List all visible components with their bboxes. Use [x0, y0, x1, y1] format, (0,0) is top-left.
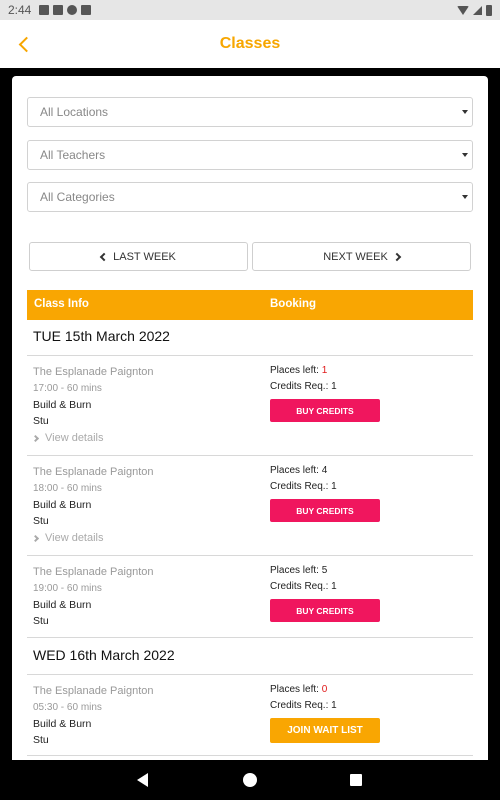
buy-credits-button[interactable]: BUY CREDITS: [270, 399, 380, 422]
places-left: Places left: 4: [270, 465, 327, 476]
last-week-button[interactable]: LAST WEEK: [29, 242, 248, 271]
credits-value: 1: [331, 481, 337, 492]
places-left-label: Places left:: [270, 565, 319, 576]
credits-required: Credits Req.: 1: [270, 481, 337, 492]
credits-value: 1: [331, 581, 337, 592]
class-name: Build & Burn: [33, 499, 92, 511]
chevron-left-icon: [18, 36, 34, 52]
class-name: Build & Burn: [33, 599, 92, 611]
nav-home-icon[interactable]: [243, 773, 257, 787]
day-heading: TUE 15th March 2022: [33, 328, 170, 344]
system-nav-bar: [0, 760, 500, 800]
buy-credits-button[interactable]: BUY CREDITS: [270, 499, 380, 522]
credits-label: Credits Req.:: [270, 700, 329, 711]
view-details-link[interactable]: View details: [31, 432, 104, 444]
divider: [27, 355, 473, 356]
credits-label: Credits Req.:: [270, 581, 329, 592]
class-name: Build & Burn: [33, 718, 92, 730]
booking-header: Booking: [270, 298, 316, 310]
places-left-label: Places left:: [270, 365, 319, 376]
class-time: 19:00 - 60 mins: [33, 583, 102, 594]
chevron-right-icon: [31, 434, 40, 442]
nav-back-icon[interactable]: [137, 773, 148, 787]
class-location: The Esplanade Paignton: [33, 685, 154, 697]
class-name: Build & Burn: [33, 399, 92, 411]
notification-icon: [67, 5, 78, 15]
table-header: Class Info Booking: [27, 290, 473, 320]
back-button[interactable]: [10, 30, 38, 58]
last-week-label: LAST WEEK: [113, 250, 176, 263]
category-select-value: All Categories: [40, 190, 115, 204]
teacher-select[interactable]: All Teachers: [27, 140, 473, 170]
teacher-select-value: All Teachers: [40, 148, 106, 162]
class-time: 05:30 - 60 mins: [33, 702, 102, 713]
class-teacher: Stu: [33, 734, 49, 746]
places-left-label: Places left:: [270, 465, 319, 476]
notification-icon: [39, 5, 50, 15]
day-heading: WED 16th March 2022: [33, 647, 175, 663]
credits-required: Credits Req.: 1: [270, 381, 337, 392]
caret-down-icon: [462, 110, 468, 114]
notification-icon: [53, 5, 64, 15]
app-bar: Classes: [0, 20, 500, 68]
class-info-header: Class Info: [34, 298, 89, 310]
join-wait-list-button[interactable]: JOIN WAIT LIST: [270, 718, 380, 743]
caret-down-icon: [462, 195, 468, 199]
class-time: 17:00 - 60 mins: [33, 383, 102, 394]
class-location: The Esplanade Paignton: [33, 566, 154, 578]
chevron-right-icon: [392, 252, 402, 261]
content-area: All Locations All Teachers All Categorie…: [0, 68, 500, 766]
status-time: 2:44: [8, 3, 32, 17]
credits-label: Credits Req.:: [270, 481, 329, 492]
divider: [27, 755, 473, 756]
class-location: The Esplanade Paignton: [33, 466, 154, 478]
signal-icon: [473, 5, 482, 15]
caret-down-icon: [462, 153, 468, 157]
places-left: Places left: 5: [270, 565, 327, 576]
chevron-left-icon: [99, 252, 109, 261]
buy-credits-button[interactable]: BUY CREDITS: [270, 599, 380, 622]
view-details-link[interactable]: View details: [31, 532, 104, 544]
credits-label: Credits Req.:: [270, 381, 329, 392]
places-left-value: 0: [321, 684, 328, 695]
class-time: 18:00 - 60 mins: [33, 483, 102, 494]
category-select[interactable]: All Categories: [27, 182, 473, 212]
divider: [27, 674, 473, 675]
divider: [27, 455, 473, 456]
nav-recents-icon[interactable]: [350, 774, 362, 786]
chevron-right-icon: [31, 534, 40, 542]
status-indicators: [457, 4, 492, 16]
credits-required: Credits Req.: 1: [270, 700, 337, 711]
view-details-label: View details: [45, 532, 104, 544]
class-location: The Esplanade Paignton: [33, 366, 154, 378]
places-left: Places left: 0: [270, 684, 327, 695]
wifi-icon: [457, 5, 469, 15]
class-teacher: Stu: [33, 615, 49, 627]
battery-icon: [486, 4, 492, 16]
divider: [27, 637, 473, 638]
next-week-label: NEXT WEEK: [323, 250, 388, 263]
credits-required: Credits Req.: 1: [270, 581, 337, 592]
places-left-label: Places left:: [270, 684, 319, 695]
places-left-value: 5: [321, 565, 328, 576]
page-title: Classes: [219, 35, 281, 52]
view-details-label: View details: [45, 432, 104, 444]
credits-value: 1: [331, 700, 337, 711]
places-left-value: 4: [321, 465, 328, 476]
places-left: Places left: 1: [270, 365, 327, 376]
notification-icon: [81, 5, 92, 15]
location-select[interactable]: All Locations: [27, 97, 473, 127]
class-teacher: Stu: [33, 415, 49, 427]
credits-value: 1: [331, 381, 337, 392]
classes-card: All Locations All Teachers All Categorie…: [12, 76, 488, 766]
location-select-value: All Locations: [40, 105, 109, 119]
divider: [27, 555, 473, 556]
status-bar: 2:44: [0, 0, 500, 20]
class-teacher: Stu: [33, 515, 49, 527]
next-week-button[interactable]: NEXT WEEK: [252, 242, 471, 271]
places-left-value: 1: [321, 365, 328, 376]
